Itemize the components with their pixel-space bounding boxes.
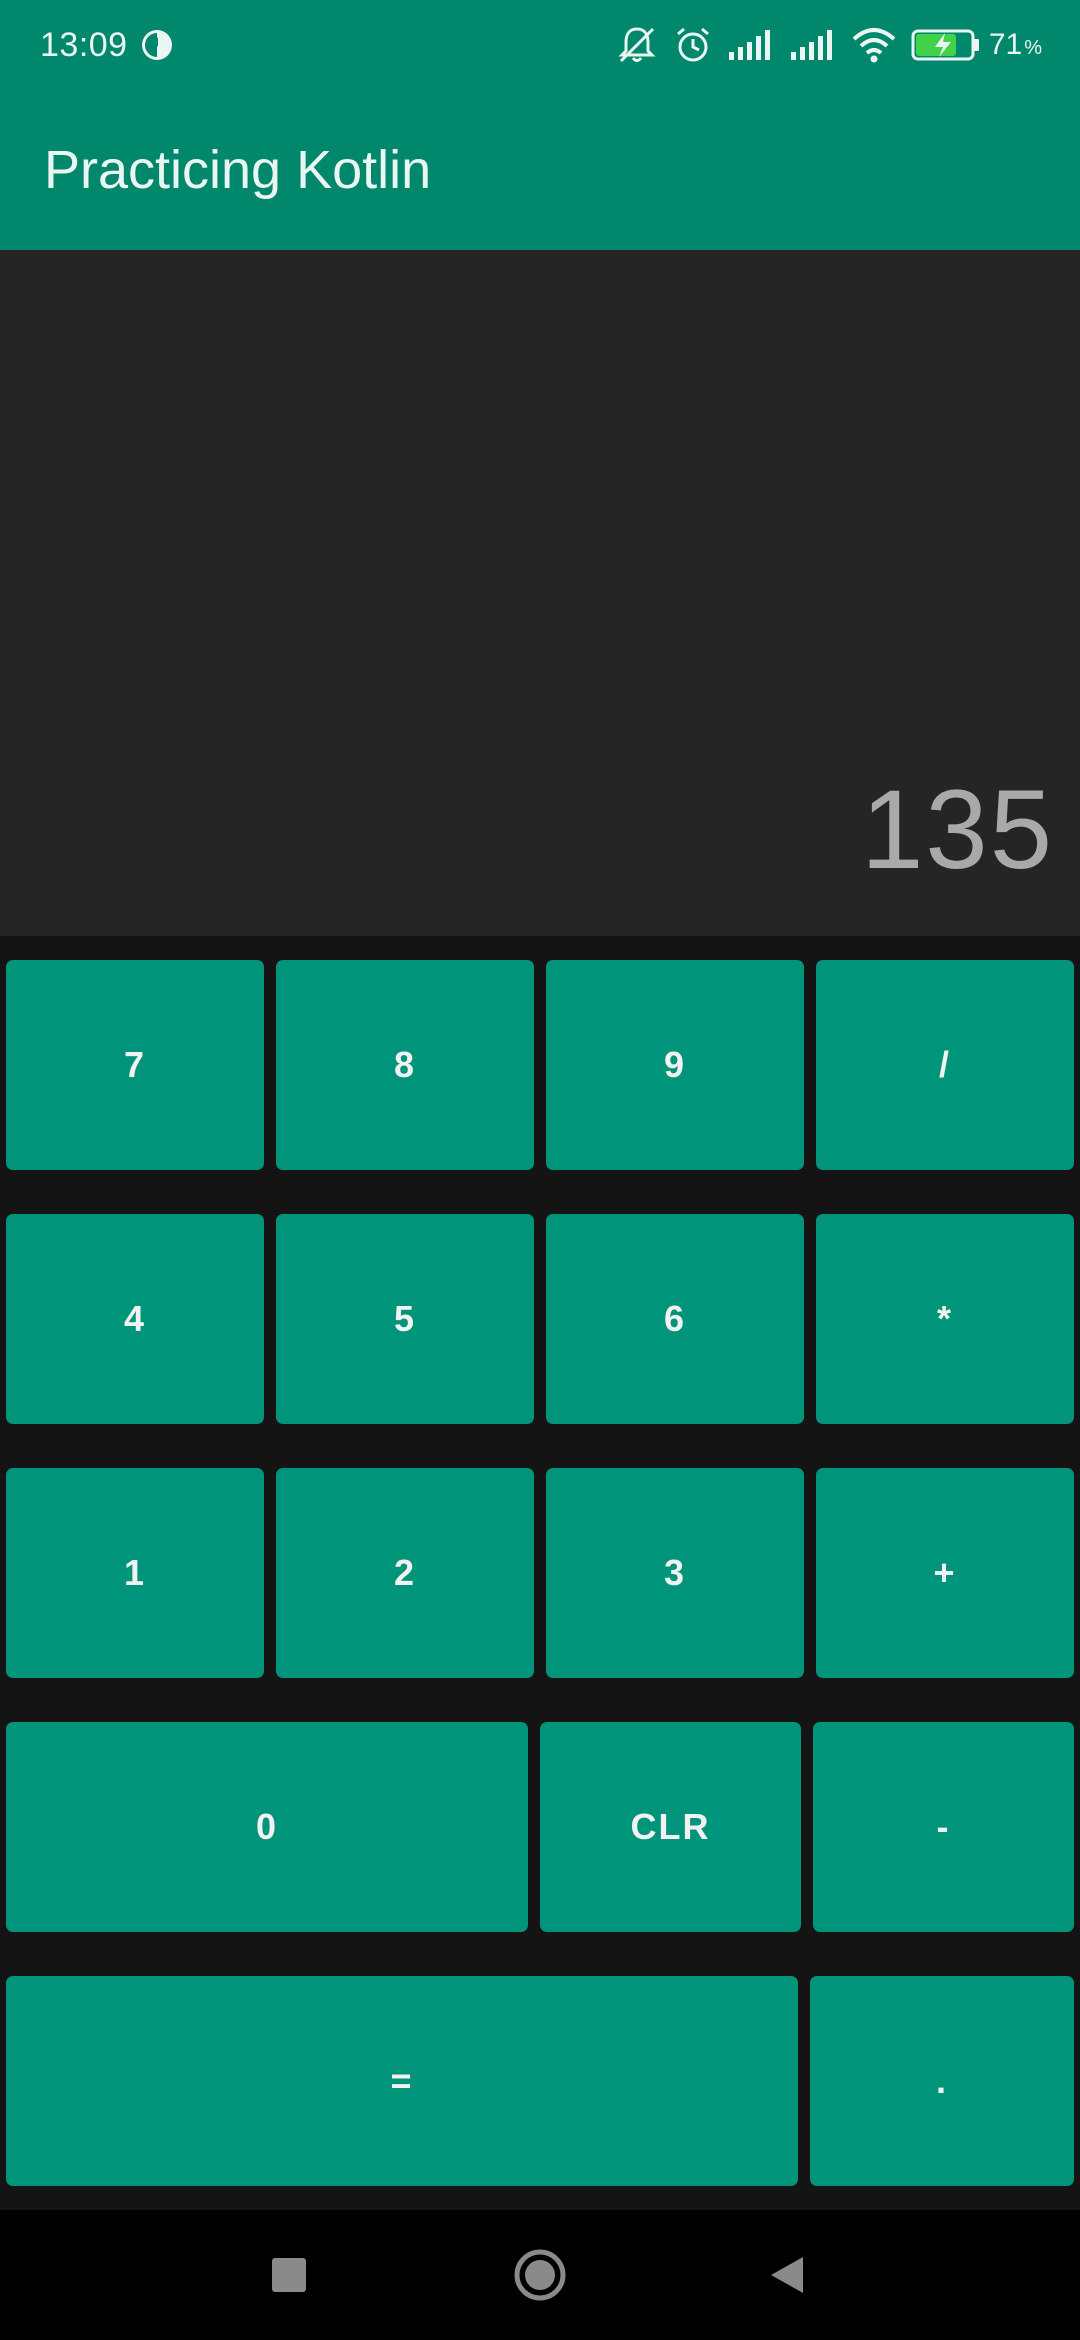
key-6[interactable]: 6 [546,1214,804,1424]
home-circle-icon [514,2249,566,2301]
app-notification-icon [141,30,172,60]
app-title: Practicing Kotlin [44,140,432,200]
signal-icon [728,30,770,60]
key-7[interactable]: 7 [6,960,264,1170]
app-bar: Practicing Kotlin [0,90,1080,250]
battery-percent: 71% [988,28,1042,61]
key-multiply[interactable]: * [816,1214,1074,1424]
calculator-display: 135 [0,250,1080,936]
signal-icon [790,30,832,60]
keypad: 7 8 9 / 4 5 6 * 1 2 3 + 0 CLR - = . [0,936,1080,2210]
key-decimal[interactable]: . [810,1976,1074,2186]
back-triangle-icon [771,2257,803,2293]
back-button[interactable] [760,2248,814,2302]
key-2[interactable]: 2 [276,1468,534,1678]
display-value: 135 [861,767,1054,892]
key-equals[interactable]: = [6,1976,798,2186]
status-left: 13:09 [40,26,174,65]
key-add[interactable]: + [816,1468,1074,1678]
recents-button[interactable] [262,2248,316,2302]
key-4[interactable]: 4 [6,1214,264,1424]
key-8[interactable]: 8 [276,960,534,1170]
silent-bell-icon [618,27,656,63]
key-subtract[interactable]: - [813,1722,1074,1932]
navigation-bar [0,2210,1080,2340]
calculator-screen: 13:09 71 % Practicing Kotlin 135 7 8 9 /… [0,0,1080,2340]
key-3[interactable]: 3 [546,1468,804,1678]
status-bar: 13:09 71 % [0,0,1080,90]
key-5[interactable]: 5 [276,1214,534,1424]
home-button[interactable] [513,2248,567,2302]
alarm-icon [676,27,709,62]
key-9[interactable]: 9 [546,960,804,1170]
key-divide[interactable]: / [816,960,1074,1170]
status-right: 71% [601,25,1042,65]
key-clear[interactable]: CLR [540,1722,801,1932]
key-0[interactable]: 0 [6,1722,528,1932]
recents-square-icon [272,2258,306,2292]
status-time: 13:09 [40,25,128,64]
wifi-icon [852,28,896,63]
key-1[interactable]: 1 [6,1468,264,1678]
battery-charging-icon [911,29,979,61]
